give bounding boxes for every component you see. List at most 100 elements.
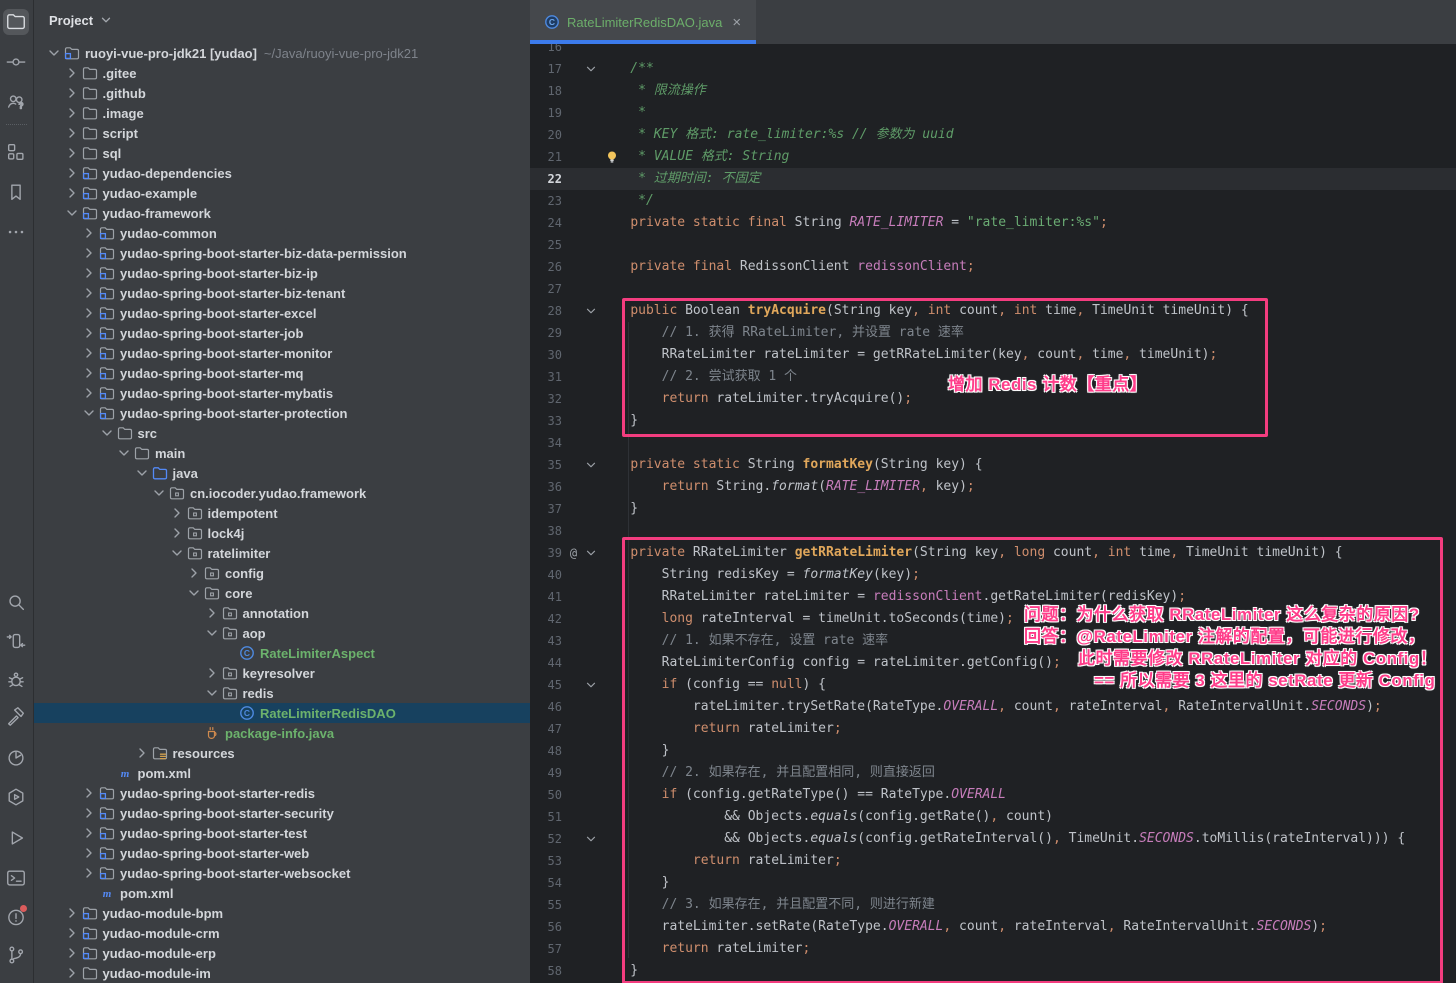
chevron-down-icon[interactable] [99,13,113,27]
code-line-16[interactable]: 16 [530,44,1456,58]
chevron-right-icon[interactable] [134,745,150,761]
tree-item-pom.xml[interactable]: mpom.xml [34,763,530,783]
tree-item-annotation[interactable]: annotation [34,603,530,623]
chevron-down-icon[interactable] [134,465,150,481]
chevron-right-icon[interactable] [64,125,80,141]
chevron-right-icon[interactable] [81,845,97,861]
fold-chevron-icon[interactable] [584,303,598,319]
services-icon[interactable] [3,784,29,810]
chevron-right-icon[interactable] [64,105,80,121]
tree-item-ratelimiteraspect[interactable]: CRateLimiterAspect [34,643,530,663]
chevron-right-icon[interactable] [81,265,97,281]
tree-item-yudao-spring-boot-starter-security[interactable]: yudao-spring-boot-starter-security [34,803,530,823]
chevron-right-icon[interactable] [81,345,97,361]
chevron-right-icon[interactable] [169,505,185,521]
chevron-right-icon[interactable] [64,145,80,161]
chevron-right-icon[interactable] [81,305,97,321]
chevron-right-icon[interactable] [64,965,80,981]
tree-item-yudao-spring-boot-starter-test[interactable]: yudao-spring-boot-starter-test [34,823,530,843]
profiler-icon[interactable] [3,745,29,771]
notifications-icon[interactable] [3,904,29,930]
code-line-54[interactable]: 54 } [530,872,1456,894]
chevron-right-icon[interactable] [81,385,97,401]
tree-item-java[interactable]: java [34,463,530,483]
commit-icon[interactable] [3,49,29,75]
chevron-right-icon[interactable] [64,905,80,921]
code-line-49[interactable]: 49 // 2. 如果存在, 并且配置相同, 则直接返回 [530,762,1456,784]
code-line-46[interactable]: 46 rateLimiter.trySetRate(RateType.OVERA… [530,696,1456,718]
close-icon[interactable]: × [732,15,741,30]
chevron-down-icon[interactable] [186,585,202,601]
code-line-19[interactable]: 19 * [530,102,1456,124]
chevron-right-icon[interactable] [81,825,97,841]
chevron-right-icon[interactable] [64,185,80,201]
tree-item-yudao-spring-boot-starter-websocket[interactable]: yudao-spring-boot-starter-websocket [34,863,530,883]
code-line-52[interactable]: 52 && Objects.equals(config.getRateInter… [530,828,1456,850]
tree-item-yudao-spring-boot-starter-web[interactable]: yudao-spring-boot-starter-web [34,843,530,863]
tree-item-script[interactable]: script [34,123,530,143]
tree-item-yudao-spring-boot-starter-biz-tenant[interactable]: yudao-spring-boot-starter-biz-tenant [34,283,530,303]
code-line-29[interactable]: 29 // 1. 获得 RRateLimiter, 并设置 rate 速率 [530,322,1456,344]
tree-item-core[interactable]: core [34,583,530,603]
chevron-down-icon[interactable] [46,45,62,61]
chevron-down-icon[interactable] [81,405,97,421]
tree-item-ruoyi-vue-pro-jdk21-yudao-[interactable]: ruoyi-vue-pro-jdk21 [yudao]~/Java/ruoyi-… [34,43,530,63]
code-line-17[interactable]: 17 /** [530,58,1456,80]
tree-item-aop[interactable]: aop [34,623,530,643]
tree-item-src[interactable]: src [34,423,530,443]
code-line-18[interactable]: 18 * 限流操作 [530,80,1456,102]
chevron-down-icon[interactable] [204,625,220,641]
tree-item-lock4j[interactable]: lock4j [34,523,530,543]
run-icon[interactable] [3,825,29,851]
fold-chevron-icon[interactable] [584,61,598,77]
code-line-55[interactable]: 55 // 3. 如果存在, 并且配置不同, 则进行新建 [530,894,1456,916]
code-line-28[interactable]: 28 public Boolean tryAcquire(String key,… [530,300,1456,322]
code-line-30[interactable]: 30 RRateLimiter rateLimiter = getRRateLi… [530,344,1456,366]
chevron-right-icon[interactable] [64,85,80,101]
tree-item-yudao-module-bpm[interactable]: yudao-module-bpm [34,903,530,923]
chevron-right-icon[interactable] [204,665,220,681]
code-line-25[interactable]: 25 [530,234,1456,256]
bookmarks-icon[interactable] [3,179,29,205]
tree-item-yudao-spring-boot-starter-job[interactable]: yudao-spring-boot-starter-job [34,323,530,343]
code-line-58[interactable]: 58 } [530,960,1456,982]
chevron-right-icon[interactable] [81,225,97,241]
tree-item-.image[interactable]: .image [34,103,530,123]
tree-item-yudao-module-im[interactable]: yudao-module-im [34,963,530,983]
tree-item-sql[interactable]: sql [34,143,530,163]
tree-item-yudao-spring-boot-starter-mybatis[interactable]: yudao-spring-boot-starter-mybatis [34,383,530,403]
tree-item-yudao-module-erp[interactable]: yudao-module-erp [34,943,530,963]
chevron-right-icon[interactable] [186,565,202,581]
code-line-53[interactable]: 53 return rateLimiter; [530,850,1456,872]
tree-item-.github[interactable]: .github [34,83,530,103]
tree-item-yudao-spring-boot-starter-biz-ip[interactable]: yudao-spring-boot-starter-biz-ip [34,263,530,283]
annotation-gutter-icon[interactable]: @ [565,542,582,564]
chevron-down-icon[interactable] [151,485,167,501]
tree-item-package-info.java[interactable]: package-info.java [34,723,530,743]
code-line-56[interactable]: 56 rateLimiter.setRate(RateType.OVERALL,… [530,916,1456,938]
code-line-57[interactable]: 57 return rateLimiter; [530,938,1456,960]
version-control-icon[interactable] [3,942,29,968]
chevron-right-icon[interactable] [81,365,97,381]
tree-item-.gitee[interactable]: .gitee [34,63,530,83]
code-line-20[interactable]: 20 * KEY 格式: rate_limiter:%s // 参数为 uuid [530,124,1456,146]
chevron-right-icon[interactable] [81,785,97,801]
tree-item-yudao-spring-boot-starter-protection[interactable]: yudao-spring-boot-starter-protection [34,403,530,423]
code-line-51[interactable]: 51 && Objects.equals(config.getRate(), c… [530,806,1456,828]
pull-requests-icon[interactable]: ? [3,89,29,115]
chevron-right-icon[interactable] [81,285,97,301]
tree-item-yudao-module-crm[interactable]: yudao-module-crm [34,923,530,943]
tree-item-yudao-spring-boot-starter-excel[interactable]: yudao-spring-boot-starter-excel [34,303,530,323]
code-editor[interactable]: 1617 /**18 * 限流操作19 *20 * KEY 格式: rate_l… [530,44,1456,983]
inline-edit-icon[interactable] [3,628,29,654]
fold-chevron-icon[interactable] [584,831,598,847]
debug-icon[interactable] [3,667,29,693]
chevron-right-icon[interactable] [64,925,80,941]
code-line-40[interactable]: 40 String redisKey = formatKey(key); [530,564,1456,586]
structure-icon[interactable] [3,139,29,165]
chevron-down-icon[interactable] [116,445,132,461]
tree-item-yudao-spring-boot-starter-mq[interactable]: yudao-spring-boot-starter-mq [34,363,530,383]
chevron-right-icon[interactable] [81,245,97,261]
code-line-22[interactable]: 22 * 过期时间: 不固定 [530,168,1456,190]
fold-chevron-icon[interactable] [584,457,598,473]
